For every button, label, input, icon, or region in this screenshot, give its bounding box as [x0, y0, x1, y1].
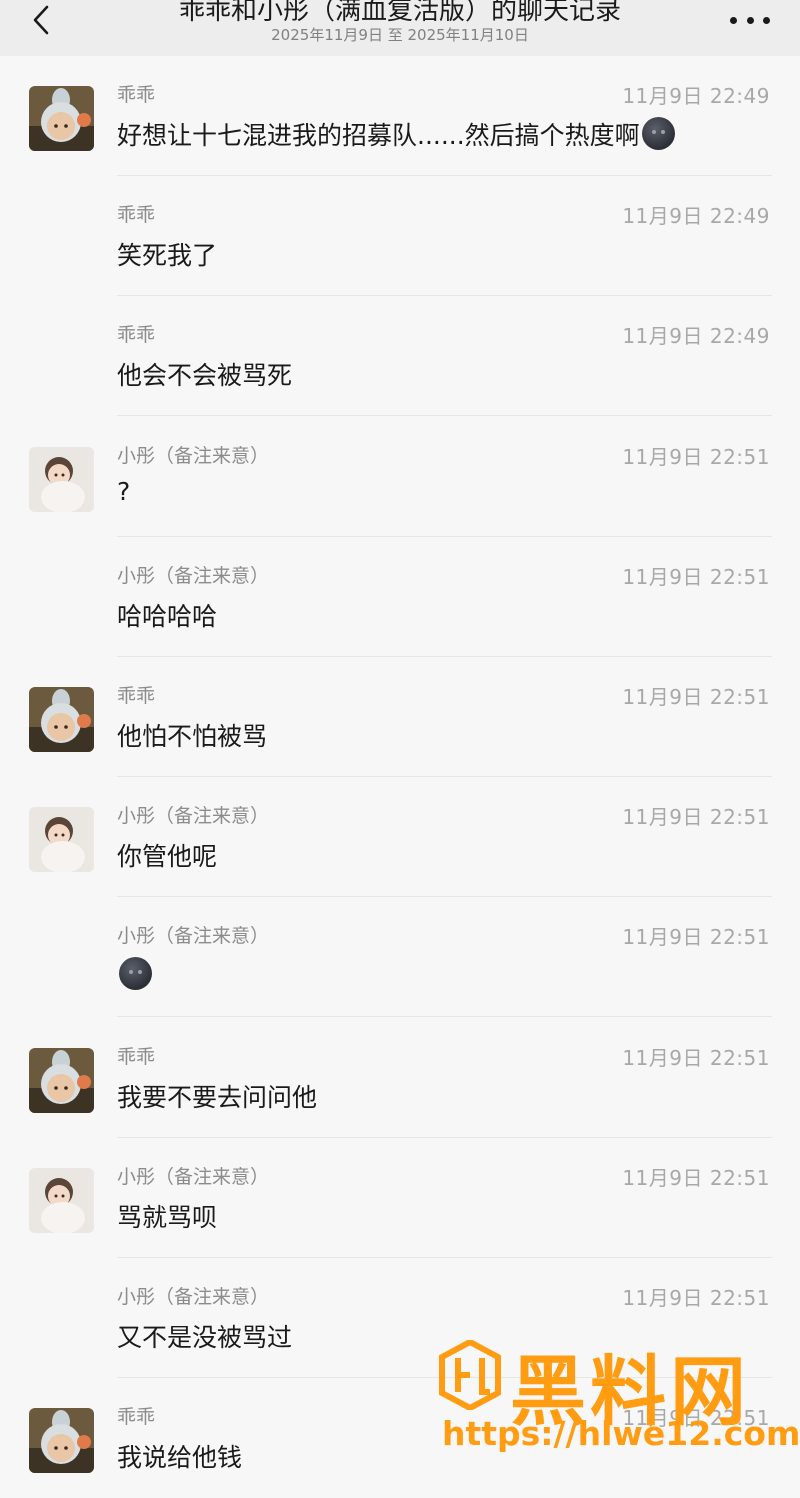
message-text: 我要不要去问问他: [117, 1078, 317, 1114]
sender-name: 小彤（备注来意）: [117, 1165, 270, 1188]
chat-message[interactable]: 小彤（备注来意） 11月9日 22:51 你管他呢: [0, 777, 800, 898]
message-text: 他怕不怕被骂: [117, 717, 267, 753]
message-time: 11月9日 22:51: [622, 564, 770, 589]
message-text: 笑死我了: [117, 236, 217, 272]
sender-name: 乖乖: [117, 204, 156, 227]
message-time: 11月9日 22:51: [622, 1286, 770, 1310]
chat-message[interactable]: 乖乖 11月9日 22:51 我说给他钱: [0, 1378, 800, 1498]
avatar[interactable]: [29, 446, 94, 512]
more-dots-icon[interactable]: [730, 6, 770, 34]
chat-message[interactable]: 小彤（备注来意） 11月9日 22:51?: [0, 417, 800, 537]
message-text: 你管他呢: [117, 837, 217, 873]
chat-message[interactable]: 乖乖 11月9日 22:49 他会不会被骂死: [0, 296, 800, 417]
message-text: 骂就骂呗: [117, 1198, 217, 1234]
chat-message[interactable]: 小彤（备注来意） 11月9日 22:51 哈哈哈哈: [0, 537, 800, 657]
message-text-content: 我要不要去问问他: [117, 1082, 318, 1112]
message-time: 11月9日 22:51: [622, 925, 770, 950]
sender-name: 小彤（备注来意）: [117, 1286, 270, 1308]
message-text-content: 哈哈哈哈: [117, 601, 218, 631]
chat-message[interactable]: 小彤（备注来意） 11月9日 22:51 骂就骂呗: [0, 1138, 800, 1258]
date-range: 2025年11月9日 至 2025年11月10日: [271, 26, 529, 44]
message-time: 11月9日 22:49: [622, 204, 770, 229]
message-time: 11月9日 22:51: [622, 1045, 770, 1070]
avatar[interactable]: [29, 1167, 94, 1233]
page-title: 乖乖和小彤（满血复活版）的聊天记录: [178, 0, 621, 26]
avatar[interactable]: [29, 1047, 94, 1113]
sender-name: 小彤（备注来意）: [117, 805, 270, 828]
message-time: 11月9日 22:51: [622, 1165, 770, 1190]
message-time: 11月9日 22:49: [622, 324, 770, 349]
sender-name: 小彤（备注来意）: [117, 564, 270, 587]
sender-name: 乖乖: [117, 1045, 156, 1068]
chat-message[interactable]: 小彤（备注来意） 11月9日 22:51 又不是没被骂过: [0, 1258, 800, 1378]
message-text-content: 骂就骂呗: [117, 1202, 218, 1232]
avatar[interactable]: [29, 1408, 94, 1474]
chat-message[interactable]: 小彤（备注来意） 11月9日 22:51: [0, 897, 800, 1018]
message-text: 又不是没被骂过: [117, 1318, 292, 1354]
avatar[interactable]: [29, 86, 94, 151]
message-text: 好想让十七混进我的招募队......然后搞个热度啊: [117, 116, 675, 152]
message-time: 11月9日 22:51: [622, 685, 770, 709]
message-text: 我说给他钱: [117, 1438, 242, 1474]
message-text-content: ?: [117, 476, 131, 506]
sender-name: 乖乖: [117, 685, 156, 707]
dark-face-emoji-icon: [641, 117, 675, 150]
message-text: [117, 957, 152, 991]
top-bar: 乖乖和小彤（满血复活版）的聊天记录 2025年11月9日 至 2025年11月1…: [0, 0, 800, 56]
message-text-content: 他怕不怕被骂: [117, 722, 268, 751]
message-text: 哈哈哈哈: [117, 597, 217, 633]
message-text-content: 你管他呢: [117, 842, 218, 872]
sender-name: 小彤（备注来意）: [117, 444, 270, 467]
message-text-content: 笑死我了: [117, 241, 218, 271]
message-time: 11月9日 22:51: [622, 444, 770, 469]
sender-name: 乖乖: [117, 84, 156, 106]
avatar[interactable]: [29, 687, 94, 752]
chat-message[interactable]: 乖乖 11月9日 22:51 他怕不怕被骂: [0, 657, 800, 777]
chat-message[interactable]: 乖乖 11月9日 22:49 好想让十七混进我的招募队......然后搞个热度啊: [0, 56, 800, 176]
message-text-content: 我说给他钱: [117, 1443, 243, 1473]
sender-name: 乖乖: [117, 324, 156, 347]
message-text-content: 又不是没被骂过: [117, 1323, 293, 1352]
message-text-content: 好想让十七混进我的招募队......然后搞个热度啊: [117, 121, 640, 150]
message-text: 他会不会被骂死: [117, 356, 292, 392]
message-text-content: 他会不会被骂死: [117, 361, 293, 391]
dark-face-emoji-icon: [119, 957, 152, 991]
message-text: ?: [117, 477, 130, 506]
sender-name: 小彤（备注来意）: [117, 925, 270, 948]
avatar[interactable]: [29, 807, 94, 873]
message-time: 11月9日 22:51: [622, 1406, 770, 1431]
sender-name: 乖乖: [117, 1406, 156, 1429]
chat-message[interactable]: 乖乖 11月9日 22:49 笑死我了: [0, 176, 800, 297]
message-time: 11月9日 22:49: [622, 84, 770, 108]
message-time: 11月9日 22:51: [622, 805, 770, 830]
chat-message[interactable]: 乖乖 11月9日 22:51 我要不要去问问他: [0, 1018, 800, 1138]
